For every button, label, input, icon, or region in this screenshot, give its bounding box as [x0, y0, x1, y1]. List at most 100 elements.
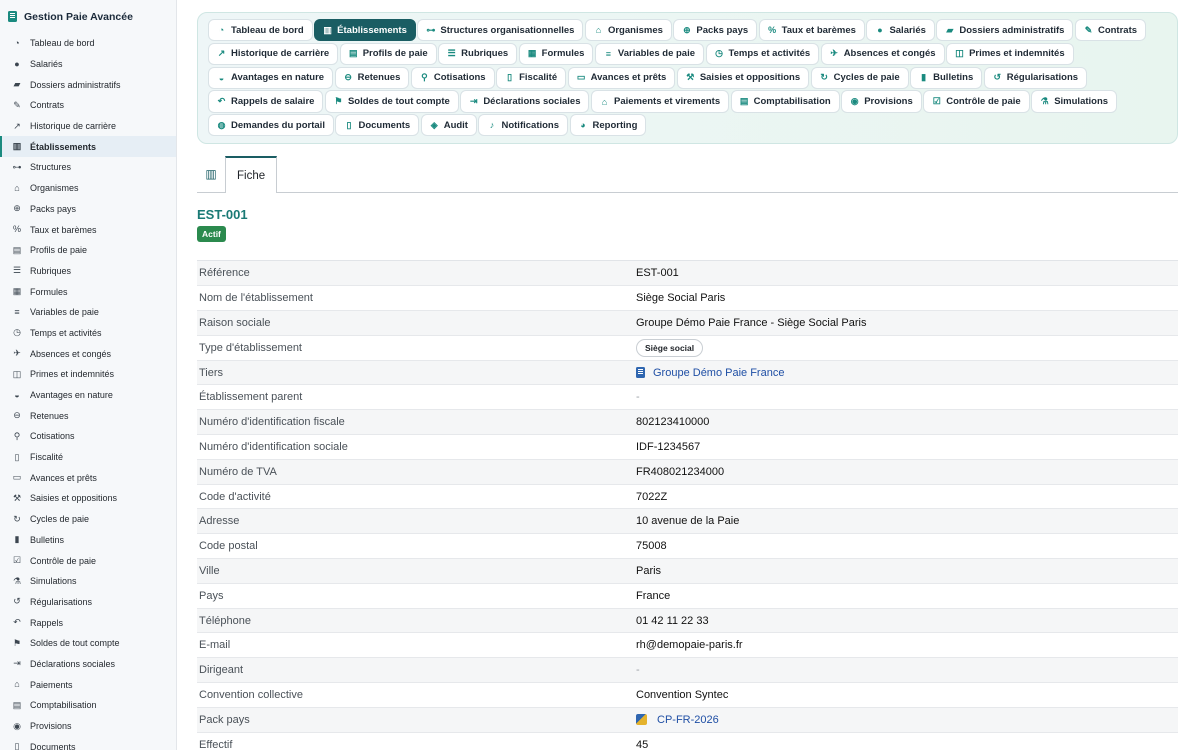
field-text: EST-001	[636, 267, 679, 280]
sidebar-item-packs-pays[interactable]: ⊕ Packs pays	[0, 199, 176, 220]
sidebar-item-avantages-en-nature[interactable]: ◒ Avantages en nature	[0, 385, 176, 406]
sidebar-item-paiements[interactable]: ⌂ Paiements	[0, 674, 176, 695]
tab-formules[interactable]: ▦ Formules	[518, 42, 594, 66]
tab-avances-et-prets[interactable]: ▭ Avances et prêts	[567, 66, 676, 89]
tab-simulations[interactable]: ⚗ Simulations	[1031, 90, 1118, 113]
sidebar-item-comptabilisation[interactable]: ▤ Comptabilisation	[0, 695, 176, 716]
tab-tableau-de-bord[interactable]: ◔ Tableau de bord	[208, 19, 313, 42]
sidebar-item-controle-de-paie[interactable]: ☑ Contrôle de paie	[0, 550, 176, 571]
sidebar-item-label: Profils de paie	[30, 245, 88, 256]
sidebar-item-historique-de-carriere[interactable]: ↗ Historique de carrière	[0, 116, 176, 137]
tab-dossiers-administratifs[interactable]: ▰ Dossiers administratifs	[936, 19, 1074, 42]
tab-contrats[interactable]: ✎ Contrats	[1074, 19, 1147, 42]
sidebar-item-provisions[interactable]: ◉ Provisions	[0, 716, 176, 737]
sidebar-item-contrats[interactable]: ✎ Contrats	[0, 95, 176, 116]
sidebar-item-absences-et-conges[interactable]: ✈ Absences et congés	[0, 343, 176, 364]
sidebar-item-simulations[interactable]: ⚗ Simulations	[0, 571, 176, 592]
tab-primes-et-indemnites[interactable]: ◫ Primes et indemnités	[946, 42, 1074, 66]
sidebar-item-tableau-de-bord[interactable]: ◔ Tableau de bord	[0, 33, 176, 54]
sidebar-item-dossiers-administratifs[interactable]: ▰ Dossiers administratifs	[0, 74, 176, 95]
tab-reporting[interactable]: ◕ Reporting	[569, 114, 647, 137]
sidebar-nav: ◔ Tableau de bord ● Salariés ▰ Dossiers admin…	[0, 33, 176, 750]
sidebar-item-structures[interactable]: ⊶ Structures	[0, 157, 176, 178]
tab-cycles-de-paie[interactable]: ↻ Cycles de paie	[810, 66, 909, 89]
tab-provisions[interactable]: ◉ Provisions	[841, 90, 922, 113]
tab-absences-et-conges[interactable]: ✈ Absences et congés	[820, 42, 945, 66]
field-label: E-mail	[199, 639, 231, 652]
tab-organismes[interactable]: ⌂ Organismes	[584, 19, 672, 42]
field-value: 10 avenue de la Paie	[636, 515, 1178, 527]
tab-retenues[interactable]: ⊖ Retenues	[334, 66, 410, 89]
tab-fiche[interactable]: Fiche	[225, 156, 278, 194]
field-label: Pack pays	[199, 713, 250, 726]
tab-packs-pays[interactable]: ⊕ Packs pays	[673, 19, 758, 42]
sidebar-item-soldes-de-tout-compte[interactable]: ⚑ Soldes de tout compte	[0, 633, 176, 654]
sidebar-item-formules[interactable]: ▦ Formules	[0, 281, 176, 302]
field-label: Effectif	[199, 738, 233, 750]
field-link[interactable]: Groupe Démo Paie France	[653, 367, 784, 379]
tab-saisies-et-oppositions[interactable]: ⚒ Saisies et oppositions	[676, 66, 810, 89]
sidebar-item-taux-et-baremes[interactable]: % Taux et barèmes	[0, 219, 176, 240]
sidebar-item-variables-de-paie[interactable]: ≡ Variables de paie	[0, 302, 176, 323]
field-value: Convention Syntec	[636, 689, 1178, 701]
tab-etablissements[interactable]: ▥ Établissements	[314, 19, 416, 42]
sidebar-item-rappels[interactable]: ↶ Rappels	[0, 612, 176, 633]
sidebar-item-temps-et-activites[interactable]: ◷ Temps et activités	[0, 323, 176, 344]
tab-structures-organisationnelles[interactable]: ⊶ Structures organisationnelles	[417, 19, 584, 42]
sidebar-item-label: Rubriques	[30, 265, 72, 276]
tab-paiements-et-virements[interactable]: ⌂ Paiements et virements	[590, 90, 730, 113]
tab-rubriques[interactable]: ☰ Rubriques	[438, 42, 518, 66]
tab-label: Avances et prêts	[590, 72, 667, 84]
tab-avantages-en-nature[interactable]: ◒ Avantages en nature	[208, 66, 334, 89]
tab-historique-de-carriere[interactable]: ↗ Historique de carrière	[208, 42, 339, 66]
sidebar-item-declarations-sociales[interactable]: ⇥ Déclarations sociales	[0, 654, 176, 675]
app-brand[interactable]: Gestion Paie Avancée	[0, 0, 176, 33]
sidebar-item-label: Temps et activités	[30, 327, 102, 338]
tab-bulletins[interactable]: ▮ Bulletins	[910, 66, 983, 89]
tab-variables-de-paie[interactable]: ≡ Variables de paie	[594, 42, 705, 66]
sidebar-item-organismes[interactable]: ⌂ Organismes	[0, 178, 176, 199]
sidebar-item-profils-de-paie[interactable]: ▤ Profils de paie	[0, 240, 176, 261]
sidebar-item-avances-et-prets[interactable]: ▭ Avances et prêts	[0, 467, 176, 488]
field-link[interactable]: CP-FR-2026	[657, 714, 719, 726]
sidebar-item-fiscalite[interactable]: ▯ Fiscalité	[0, 447, 176, 468]
tab-salaries[interactable]: ● Salariés	[866, 19, 935, 42]
field-label: Numéro d'identification sociale	[199, 440, 348, 453]
tab-label: Absences et congés	[843, 48, 936, 60]
sidebar-item-label: Avantages en nature	[30, 390, 113, 401]
sidebar-item-cycles-de-paie[interactable]: ↻ Cycles de paie	[0, 509, 176, 530]
tab-documents[interactable]: ▯ Documents	[335, 114, 420, 137]
org-chart-icon: ⊶	[12, 161, 22, 172]
sidebar-item-bulletins[interactable]: ▮ Bulletins	[0, 530, 176, 551]
tab-controle-de-paie[interactable]: ☑ Contrôle de paie	[923, 90, 1030, 113]
tab-notifications[interactable]: ♪ Notifications	[478, 114, 569, 137]
tab-profils-de-paie[interactable]: ▤ Profils de paie	[339, 42, 437, 66]
detail-row: Code d'activité 7022Z	[197, 485, 1178, 510]
sidebar-item-rubriques[interactable]: ☰ Rubriques	[0, 261, 176, 282]
sidebar-item-retenues[interactable]: ⊖ Retenues	[0, 405, 176, 426]
sidebar-item-cotisations[interactable]: ⚲ Cotisations	[0, 426, 176, 447]
tab-demandes-du-portail[interactable]: ◍ Demandes du portail	[208, 114, 334, 137]
tab-soldes-de-tout-compte[interactable]: ⚑ Soldes de tout compte	[324, 90, 459, 113]
tab-rappels-de-salaire[interactable]: ↶ Rappels de salaire	[208, 90, 324, 113]
tab-audit[interactable]: ◈ Audit	[420, 114, 477, 137]
tab-cotisations[interactable]: ⚲ Cotisations	[410, 66, 495, 89]
tab-temps-et-activites[interactable]: ◷ Temps et activités	[705, 42, 820, 66]
sidebar-item-regularisations[interactable]: ↺ Régularisations	[0, 592, 176, 613]
sidebar-item-etablissements[interactable]: ▥ Établissements	[0, 136, 176, 158]
sidebar-item-label: Retenues	[30, 410, 69, 421]
sidebar-item-label: Packs pays	[30, 203, 77, 214]
sidebar-item-documents[interactable]: ▯ Documents	[0, 736, 176, 750]
tab-comptabilisation[interactable]: ▤ Comptabilisation	[730, 90, 840, 113]
sidebar-item-primes-et-indemnites[interactable]: ◫ Primes et indemnités	[0, 364, 176, 385]
money-icon: ▭	[12, 472, 22, 483]
tab-fiscalite[interactable]: ▯ Fiscalité	[496, 66, 567, 89]
tab-regularisations[interactable]: ↺ Régularisations	[983, 66, 1088, 89]
tab-taux-et-baremes[interactable]: % Taux et barèmes	[758, 19, 865, 42]
tab-declarations-sociales[interactable]: ⇥ Déclarations sociales	[460, 90, 590, 113]
sidebar-item-salaries[interactable]: ● Salariés	[0, 54, 176, 75]
sidebar-item-saisies-et-oppositions[interactable]: ⚒ Saisies et oppositions	[0, 488, 176, 509]
building-icon: ▥	[323, 24, 332, 35]
tab-label: Tableau de bord	[231, 24, 304, 36]
field-text: Convention Syntec	[636, 688, 729, 701]
